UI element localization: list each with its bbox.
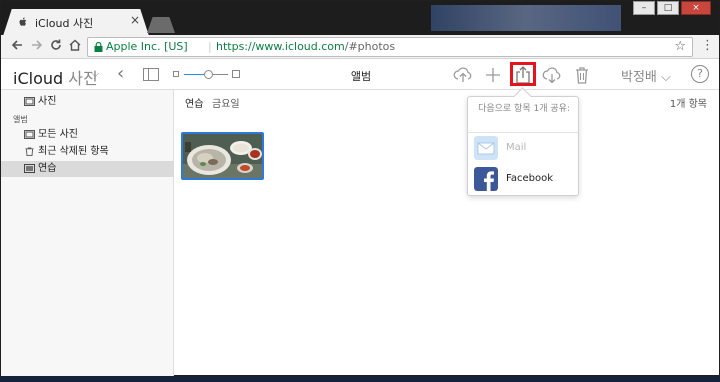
minimize-button[interactable]: – — [633, 1, 655, 15]
address-bar[interactable]: Apple Inc. [US] | https://www.icloud.com… — [87, 37, 693, 57]
add-icon[interactable] — [482, 64, 504, 86]
sidebar-item-recently-deleted[interactable]: 최근 삭제된 항목 — [1, 144, 174, 160]
sidebar: 사진 앨범 모든 사진 최근 삭제된 항목 연습 — [1, 90, 174, 377]
item-count: 1개 항목 — [669, 99, 707, 110]
app-switcher-chevron-icon[interactable]: ⌵ — [91, 67, 99, 81]
apple-icon — [19, 17, 27, 26]
help-icon[interactable]: ? — [691, 65, 709, 83]
share-popover: 다음으로 항목 1개 공유: Mail Facebook — [467, 96, 579, 196]
divider — [468, 132, 578, 133]
tab-title: iCloud 사진 — [35, 17, 94, 30]
page-title: 앨범 — [350, 70, 372, 83]
background-window-blur — [431, 5, 621, 31]
sidebar-item-label: 모든 사진 — [38, 129, 78, 140]
window-controls: – □ × — [633, 1, 711, 15]
share-option-mail: Mail — [474, 135, 574, 161]
sidebar-item-practice[interactable]: 연습 — [1, 161, 174, 177]
browser-toolbar: Apple Inc. [US] | https://www.icloud.com… — [1, 35, 719, 59]
share-popover-heading: 다음으로 항목 1개 공유: — [478, 104, 570, 114]
download-icon[interactable] — [541, 64, 563, 86]
photo-thumbnail[interactable] — [181, 132, 264, 180]
album-icon — [24, 130, 35, 139]
photos-icon — [24, 97, 35, 106]
url-text: https://www.icloud.com/#photos — [216, 38, 395, 56]
food-photo-image — [183, 134, 262, 178]
os-taskbar — [0, 376, 720, 382]
browser-menu-icon[interactable]: ⋮ — [701, 38, 714, 53]
zoom-out-icon[interactable] — [173, 71, 179, 77]
brand-name: iCloud — [13, 69, 64, 88]
sidebar-item-label: 사진 — [38, 96, 57, 107]
facebook-icon — [474, 167, 498, 191]
close-window-button[interactable]: × — [681, 1, 711, 15]
title-bar: iCloud 사진 × – □ × — [1, 1, 719, 36]
share-option-label: Facebook — [506, 173, 553, 184]
browser-window: iCloud 사진 × – □ × Apple Inc. [US] | http… — [0, 0, 720, 377]
maximize-button[interactable]: □ — [657, 1, 679, 15]
sidebar-toggle-icon[interactable] — [143, 68, 159, 81]
sidebar-item-label: 연습 — [38, 163, 57, 174]
new-tab-button[interactable] — [147, 17, 175, 33]
zoom-in-icon[interactable] — [232, 70, 240, 78]
back-chevron-icon[interactable]: ‹ — [117, 63, 124, 84]
url-host: https://www.icloud.com — [216, 40, 345, 53]
trash-icon[interactable] — [571, 64, 593, 86]
reload-icon[interactable] — [48, 38, 64, 54]
back-arrow-icon[interactable] — [9, 38, 25, 54]
tab-close-icon[interactable]: × — [130, 13, 140, 27]
user-menu[interactable]: 박정배 ⌵ — [621, 66, 671, 85]
album-icon — [24, 164, 35, 173]
share-button-highlight — [510, 62, 536, 86]
icloud-header: iCloud 사진 ⌵ ‹ 앨범 박정배 ⌵ ? — [1, 60, 719, 90]
trash-icon — [25, 147, 34, 156]
filter-tab-practice[interactable]: 연습 — [185, 95, 203, 110]
security-label: Apple Inc. [US] — [106, 40, 188, 53]
share-option-label: Mail — [506, 142, 527, 153]
app-title[interactable]: iCloud 사진 — [13, 65, 98, 89]
home-icon[interactable] — [67, 38, 83, 54]
share-option-facebook[interactable]: Facebook — [474, 166, 574, 192]
url-separator: | — [208, 40, 212, 53]
sidebar-item-all-photos[interactable]: 모든 사진 — [1, 127, 174, 143]
zoom-slider-knob[interactable] — [203, 70, 213, 79]
sidebar-item-photos[interactable]: 사진 — [1, 94, 174, 110]
url-path: /#photos — [344, 40, 396, 53]
mail-icon — [474, 136, 498, 160]
filter-tab-friday[interactable]: 금요일 — [212, 95, 240, 110]
lock-icon — [94, 42, 103, 52]
album-filter-bar: 연습 금요일 1개 항목 — [175, 90, 719, 112]
sidebar-section-albums: 앨범 — [13, 115, 28, 124]
sidebar-item-label: 최근 삭제된 항목 — [38, 146, 109, 157]
upload-icon[interactable] — [452, 64, 474, 86]
bookmark-star-icon[interactable]: ☆ — [674, 38, 686, 56]
forward-arrow-icon[interactable] — [29, 38, 45, 54]
browser-tab[interactable]: iCloud 사진 × — [3, 9, 149, 36]
